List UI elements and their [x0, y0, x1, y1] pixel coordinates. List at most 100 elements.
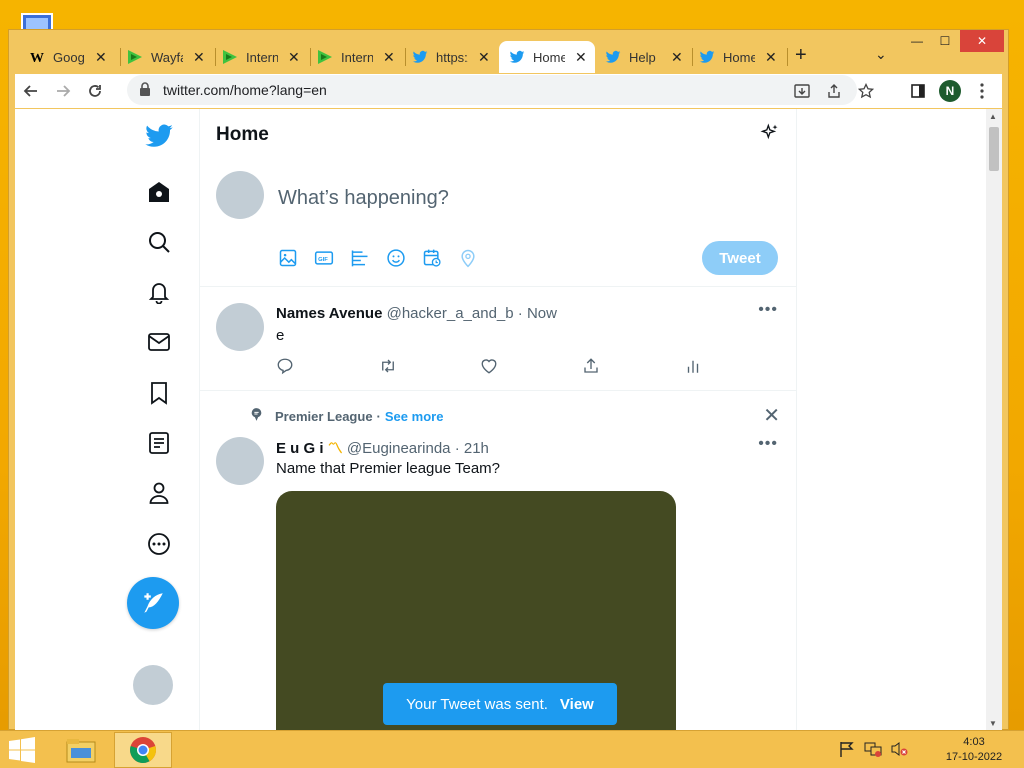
- back-arrow-icon: [23, 85, 37, 97]
- author-name[interactable]: E u G i: [276, 440, 324, 457]
- schedule-icon[interactable]: [422, 247, 458, 269]
- reload-icon: [89, 85, 101, 97]
- author-handle[interactable]: @hacker_a_and_b: [387, 305, 514, 322]
- poll-icon[interactable]: [350, 247, 386, 269]
- sparkle-icon[interactable]: [760, 122, 780, 148]
- emoji-icon[interactable]: [386, 247, 422, 269]
- windows-start-icon[interactable]: [8, 737, 36, 768]
- minimize-button[interactable]: —: [902, 30, 932, 52]
- author-name[interactable]: Names Avenue: [276, 305, 382, 322]
- tab-google[interactable]: W Google ✕: [19, 41, 119, 73]
- close-tab-icon[interactable]: ✕: [193, 49, 205, 66]
- dismiss-close-icon[interactable]: ✕: [763, 403, 780, 428]
- system-clock[interactable]: 4:03 17-10-2022: [932, 735, 1016, 765]
- tab-internet-1[interactable]: Internet ✕: [212, 41, 308, 73]
- address-bar[interactable]: twitter.com/home?lang=en: [127, 75, 857, 105]
- back-button[interactable]: [15, 75, 47, 107]
- location-icon[interactable]: [458, 247, 494, 269]
- tab-strip: W Google ✕ Wayfair ✕ Internet ✕ Internet…: [9, 30, 1008, 74]
- maximize-button[interactable]: ☐: [930, 30, 960, 52]
- tab-title: Help: [629, 49, 656, 65]
- tab-home-active[interactable]: Home ✕: [499, 41, 595, 73]
- share-icon[interactable]: [818, 75, 850, 107]
- account-avatar[interactable]: [133, 665, 173, 705]
- share-tweet-icon[interactable]: [582, 357, 684, 375]
- messages-envelope-icon[interactable]: [139, 322, 179, 362]
- twitter-logo-icon[interactable]: [139, 116, 179, 156]
- tab-search-button[interactable]: ⌄: [875, 46, 887, 63]
- tweet-time[interactable]: · 21h: [455, 440, 489, 457]
- network-icon[interactable]: [860, 741, 886, 757]
- home-icon[interactable]: [139, 172, 179, 212]
- like-heart-icon[interactable]: [480, 357, 582, 375]
- topic-label[interactable]: Premier League: [275, 409, 373, 424]
- close-tab-icon[interactable]: ✕: [478, 49, 490, 66]
- scroll-up-icon[interactable]: ▲: [989, 112, 997, 121]
- tweet-item[interactable]: Names Avenue @hacker_a_and_b · Now ••• e: [200, 287, 796, 391]
- volume-muted-icon[interactable]: [886, 741, 912, 757]
- forward-button[interactable]: [47, 75, 79, 107]
- tab-https[interactable]: https:// ✕: [402, 41, 498, 73]
- twitter-bird-icon: [605, 49, 621, 65]
- close-tab-icon[interactable]: ✕: [288, 49, 300, 66]
- composer-input[interactable]: What’s happening?: [278, 187, 449, 210]
- tweet-more-icon[interactable]: •••: [758, 435, 778, 453]
- notifications-bell-icon[interactable]: [139, 272, 179, 312]
- topic-separator: ·: [376, 408, 381, 424]
- tweet-composer: What’s happening? GIF Tweet: [200, 161, 796, 287]
- retweet-icon[interactable]: [378, 357, 480, 375]
- tweet-author-avatar[interactable]: [216, 437, 264, 485]
- chrome-icon[interactable]: [114, 732, 172, 768]
- close-tab-icon[interactable]: ✕: [671, 49, 683, 66]
- tweet-more-icon[interactable]: •••: [758, 301, 778, 319]
- close-tab-icon[interactable]: ✕: [383, 49, 395, 66]
- tab-help[interactable]: Help ✕: [595, 41, 691, 73]
- author-handle[interactable]: @Euginearinda: [347, 440, 451, 457]
- toast-view-link[interactable]: View: [560, 696, 594, 713]
- lists-icon[interactable]: [139, 423, 179, 463]
- bookmark-star-icon[interactable]: [850, 75, 882, 107]
- action-center-flag-icon[interactable]: [834, 741, 860, 757]
- media-image-icon[interactable]: [278, 247, 314, 269]
- install-app-icon[interactable]: [786, 75, 818, 107]
- profile-person-icon[interactable]: [139, 473, 179, 513]
- explore-search-icon[interactable]: [139, 222, 179, 262]
- tab-wayfair[interactable]: Wayfair ✕: [117, 41, 213, 73]
- scroll-down-icon[interactable]: ▼: [989, 719, 997, 728]
- see-more-link[interactable]: See more: [385, 409, 444, 424]
- page-title: Home: [216, 124, 269, 145]
- close-window-button[interactable]: ✕: [960, 30, 1004, 52]
- reload-button[interactable]: [79, 75, 111, 107]
- gif-icon[interactable]: GIF: [314, 247, 350, 269]
- page-scrollbar[interactable]: ▲ ▼: [986, 109, 1002, 731]
- tweet-text: e: [276, 327, 285, 344]
- user-avatar[interactable]: [216, 171, 264, 219]
- tab-title: https://: [436, 49, 468, 65]
- system-tray: [834, 741, 912, 757]
- new-tab-button[interactable]: +: [795, 44, 807, 67]
- more-options-circle-icon[interactable]: [139, 524, 179, 564]
- tweet-item[interactable]: Premier League · See more ✕ E u G i 〽 @E…: [200, 391, 796, 731]
- svg-text:W: W: [30, 51, 44, 65]
- analytics-icon[interactable]: [684, 357, 786, 375]
- kebab-menu-icon[interactable]: [966, 75, 998, 107]
- tweet-author-avatar[interactable]: [216, 303, 264, 351]
- side-panel-icon[interactable]: [902, 75, 934, 107]
- lock-icon: [139, 81, 151, 99]
- tab-internet-2[interactable]: Internet ✕: [307, 41, 403, 73]
- scroll-thumb[interactable]: [989, 127, 999, 171]
- topic-pin-icon: [250, 407, 263, 425]
- compose-tweet-button[interactable]: [127, 577, 179, 629]
- file-explorer-icon[interactable]: [52, 732, 110, 768]
- topic-context: Premier League · See more: [250, 407, 443, 425]
- tweet-time[interactable]: · Now: [518, 305, 557, 322]
- bookmarks-icon[interactable]: [139, 373, 179, 413]
- profile-button[interactable]: N: [934, 75, 966, 107]
- close-tab-icon[interactable]: ✕: [95, 49, 107, 66]
- twitter-bird-icon: [699, 49, 715, 65]
- close-tab-icon[interactable]: ✕: [765, 49, 777, 66]
- tweet-button[interactable]: Tweet: [702, 241, 778, 275]
- close-tab-icon[interactable]: ✕: [575, 49, 587, 66]
- reply-icon[interactable]: [276, 357, 378, 375]
- tab-home-2[interactable]: Home ✕: [689, 41, 785, 73]
